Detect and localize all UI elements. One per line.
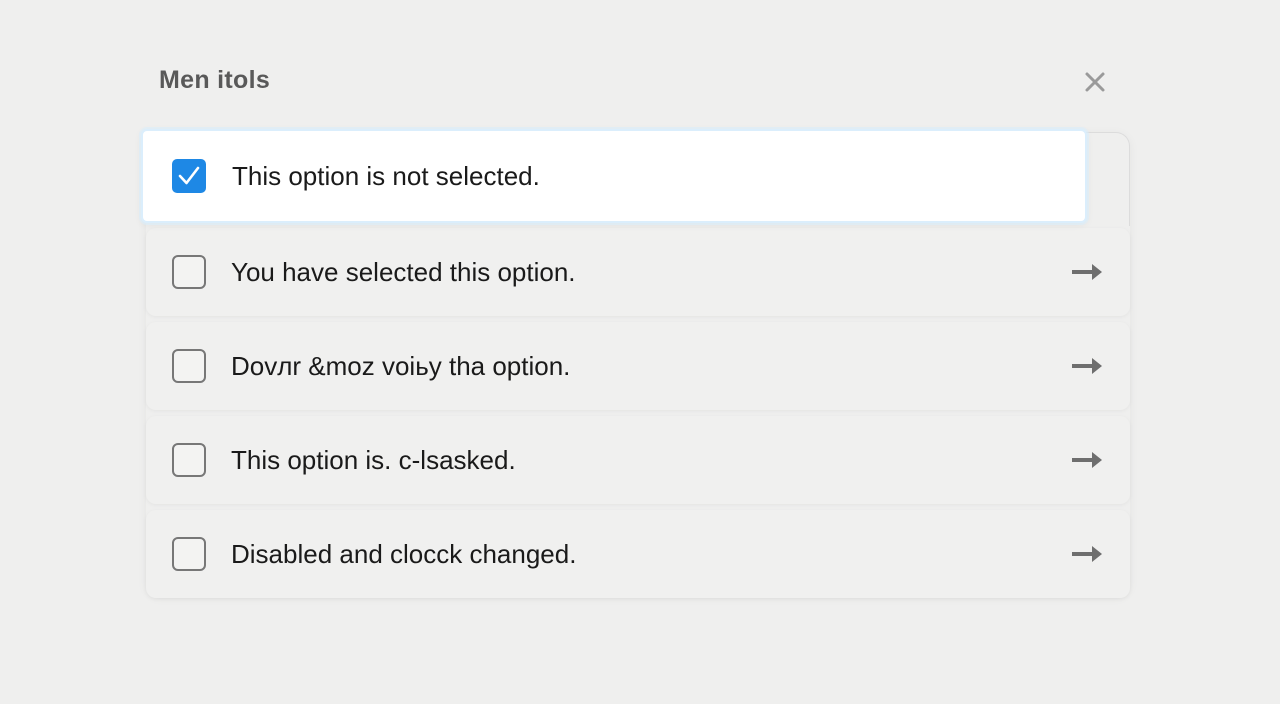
checkbox[interactable]	[172, 255, 206, 289]
arrow-right-icon	[1072, 358, 1102, 374]
options-list: This option is not selected. You have se…	[141, 129, 1130, 598]
checkbox-checked[interactable]	[172, 159, 206, 193]
panel-title: Men itols	[159, 66, 271, 94]
options-dialog: Men itols This option is not selected. Y…	[0, 0, 1280, 704]
option-label: This option is not selected.	[232, 161, 540, 191]
arrow-right-icon	[1072, 546, 1102, 562]
option-item-2[interactable]: Dovлr &moz voiьy tha option.	[146, 322, 1130, 410]
arrow-right-icon	[1072, 452, 1102, 468]
option-label: Dovлr &moz voiьy tha option.	[231, 351, 571, 381]
checkbox[interactable]	[172, 349, 206, 383]
option-label: Disabled and clocck changed.	[231, 539, 577, 569]
option-item-4[interactable]: Disabled and clocck changed.	[146, 510, 1130, 598]
option-item-0[interactable]: This option is not selected.	[141, 129, 1087, 223]
checkbox[interactable]	[172, 537, 206, 571]
option-label: This option is. c-lsasked.	[231, 445, 516, 475]
close-button[interactable]	[1079, 66, 1111, 98]
option-item-3[interactable]: This option is. c-lsasked.	[146, 416, 1130, 504]
option-item-1[interactable]: You have selected this option.	[146, 228, 1130, 316]
option-label: You have selected this option.	[231, 257, 576, 287]
checkmark-icon	[178, 166, 200, 185]
checkbox[interactable]	[172, 443, 206, 477]
arrow-right-icon	[1072, 264, 1102, 280]
close-icon	[1085, 72, 1105, 92]
